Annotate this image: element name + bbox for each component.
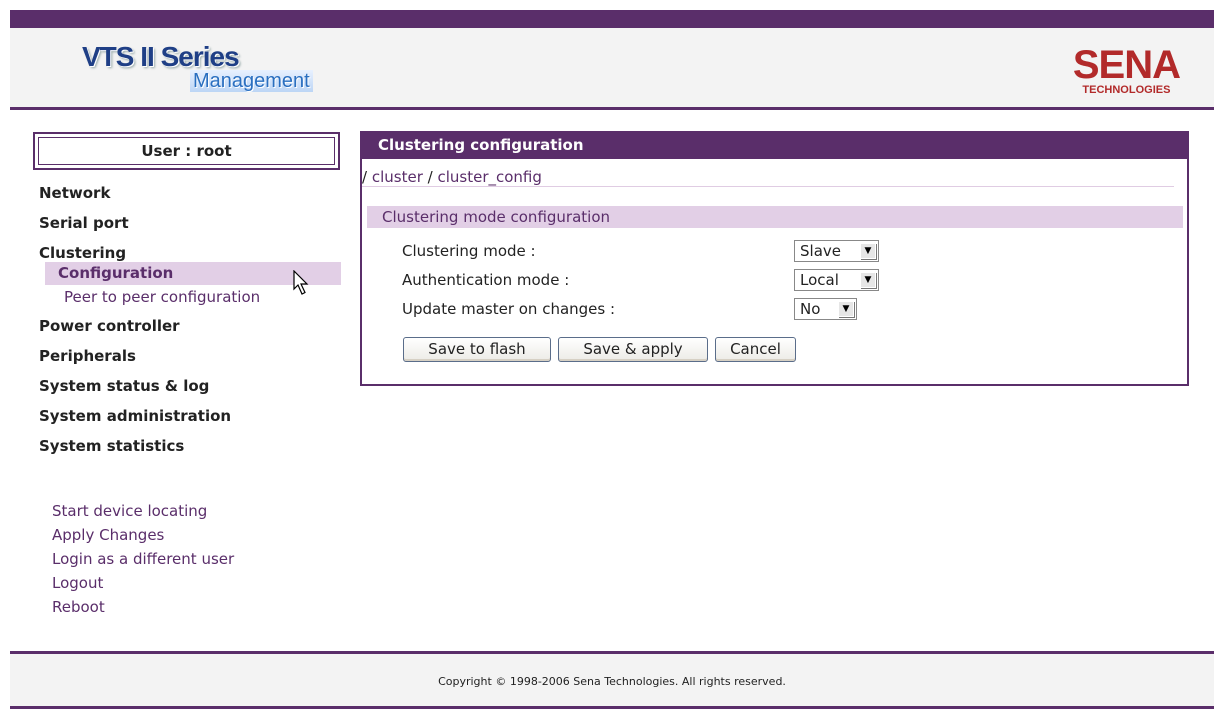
- clustering-mode-label: Clustering mode :: [402, 242, 536, 260]
- sidebar-item-system-statistics[interactable]: System statistics: [39, 435, 341, 465]
- sena-logo: SENA TECHNOLOGIES: [1072, 43, 1181, 96]
- vts-logo-subtitle: Management: [190, 70, 313, 92]
- update-master-value: No: [800, 300, 821, 318]
- sidebar-item-clustering[interactable]: Clustering: [39, 242, 341, 262]
- vts-logo: VTS II Series Management: [82, 41, 313, 92]
- chevron-down-icon: ▼: [860, 272, 876, 288]
- sidebar-item-power-controller[interactable]: Power controller: [39, 315, 341, 345]
- update-master-select[interactable]: No ▼: [794, 298, 857, 320]
- reboot-link[interactable]: Reboot: [52, 596, 234, 620]
- sidebar-actions: Start device locating Apply Changes Logi…: [52, 500, 234, 620]
- sidebar-item-system-status[interactable]: System status & log: [39, 375, 341, 405]
- save-and-apply-button[interactable]: Save & apply: [558, 337, 708, 362]
- sidebar-nav: Network Serial port Clustering Configura…: [39, 182, 341, 465]
- sena-logo-name: SENA: [1072, 43, 1181, 87]
- breadcrumb-separator: /: [362, 168, 368, 186]
- header: VTS II Series Management SENA TECHNOLOGI…: [10, 28, 1214, 110]
- breadcrumb-cluster-config[interactable]: cluster_config: [437, 168, 541, 186]
- authentication-mode-select[interactable]: Local ▼: [794, 269, 879, 291]
- user-box: User : root: [33, 132, 340, 170]
- clustering-mode-value: Slave: [800, 242, 841, 260]
- logout-link[interactable]: Logout: [52, 572, 234, 596]
- top-bar: [10, 10, 1214, 28]
- breadcrumb: / cluster / cluster_config: [362, 167, 1174, 187]
- login-different-user-link[interactable]: Login as a different user: [52, 548, 234, 572]
- chevron-down-icon: ▼: [838, 301, 854, 317]
- save-to-flash-button[interactable]: Save to flash: [403, 337, 551, 362]
- mouse-cursor-icon: [293, 270, 309, 295]
- cancel-button[interactable]: Cancel: [715, 337, 796, 362]
- sena-logo-tagline: TECHNOLOGIES: [1082, 84, 1171, 96]
- section-header: Clustering mode configuration: [367, 206, 1183, 228]
- sidebar-item-system-administration[interactable]: System administration: [39, 405, 341, 435]
- apply-changes-link[interactable]: Apply Changes: [52, 524, 234, 548]
- sidebar-item-peripherals[interactable]: Peripherals: [39, 345, 341, 375]
- vts-logo-title: VTS II Series: [82, 41, 240, 72]
- update-master-label: Update master on changes :: [402, 300, 616, 318]
- sidebar-item-serial-port[interactable]: Serial port: [39, 212, 341, 242]
- panel-title: Clustering configuration: [360, 131, 1189, 159]
- copyright-text: Copyright © 1998-2006 Sena Technologies.…: [438, 675, 786, 688]
- clustering-mode-select[interactable]: Slave ▼: [794, 240, 879, 262]
- breadcrumb-cluster[interactable]: cluster: [372, 168, 423, 186]
- chevron-down-icon: ▼: [860, 243, 876, 259]
- breadcrumb-separator: /: [427, 168, 433, 186]
- user-label: User : root: [38, 137, 335, 165]
- authentication-mode-label: Authentication mode :: [402, 271, 570, 289]
- authentication-mode-value: Local: [800, 271, 839, 289]
- footer: Copyright © 1998-2006 Sena Technologies.…: [10, 651, 1214, 709]
- start-device-locating-link[interactable]: Start device locating: [52, 500, 234, 524]
- config-panel: Clustering configuration / cluster / clu…: [360, 131, 1189, 386]
- sidebar-item-network[interactable]: Network: [39, 182, 341, 212]
